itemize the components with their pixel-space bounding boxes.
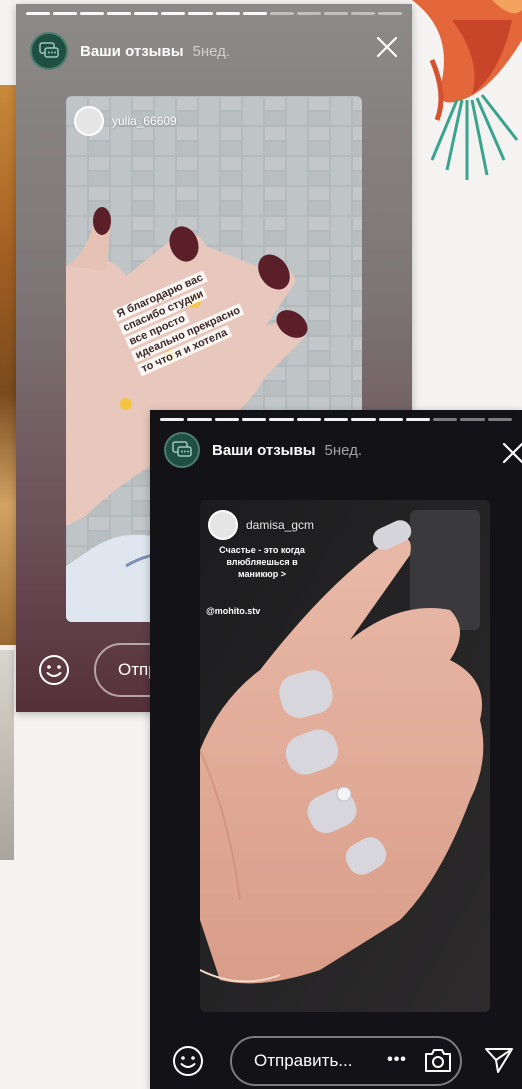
repost-username: damisa_gcm (246, 518, 315, 532)
repost-avatar (208, 510, 238, 540)
emoji-button[interactable] (170, 1043, 206, 1079)
smiley-icon (39, 655, 69, 685)
smiley-icon (173, 1046, 203, 1076)
repost-user[interactable]: yulia_66609 (74, 106, 177, 136)
story-header: Ваши отзывы 5нед. (30, 32, 230, 70)
share-button[interactable] (482, 1044, 516, 1076)
reposted-story-photo[interactable]: damisa_gcm Счастье - это когда влюбляешь… (200, 500, 490, 1012)
paper-plane-icon (485, 1048, 513, 1073)
camera-button[interactable] (422, 1044, 454, 1076)
highlight-avatar[interactable] (164, 432, 200, 468)
close-icon (376, 36, 398, 58)
close-button[interactable] (500, 440, 522, 466)
chat-bubble-icon (39, 42, 59, 58)
camera-icon (425, 1049, 451, 1072)
story-card-front[interactable]: Ваши отзывы 5нед. damisa_gcm Счастье - э… (150, 410, 522, 1089)
more-options-button[interactable]: ••• (382, 1051, 412, 1068)
repost-caption: Счастье - это когда влюбляешься в маникю… (219, 545, 305, 579)
emoji-button[interactable] (36, 652, 72, 688)
repost-user[interactable]: damisa_gcm (208, 510, 314, 540)
chat-bubble-icon (172, 441, 192, 457)
story-timestamp: 5нед. (324, 441, 363, 459)
close-button[interactable] (374, 34, 400, 60)
highlight-title[interactable]: Ваши отзывы (80, 43, 184, 60)
background-photo-strip-lower (0, 650, 14, 860)
repost-mention[interactable]: @mohito.stv (206, 606, 260, 616)
story-progress-bar (160, 418, 513, 421)
story-header: Ваши отзывы 5нед. (164, 432, 362, 468)
repost-username: yulia_66609 (112, 114, 177, 128)
highlight-avatar[interactable] (30, 32, 68, 70)
story-progress-bar (26, 12, 403, 15)
repost-avatar (74, 106, 104, 136)
highlight-title[interactable]: Ваши отзывы (212, 442, 316, 459)
close-icon (502, 442, 522, 464)
story-timestamp: 5нед. (192, 42, 231, 60)
